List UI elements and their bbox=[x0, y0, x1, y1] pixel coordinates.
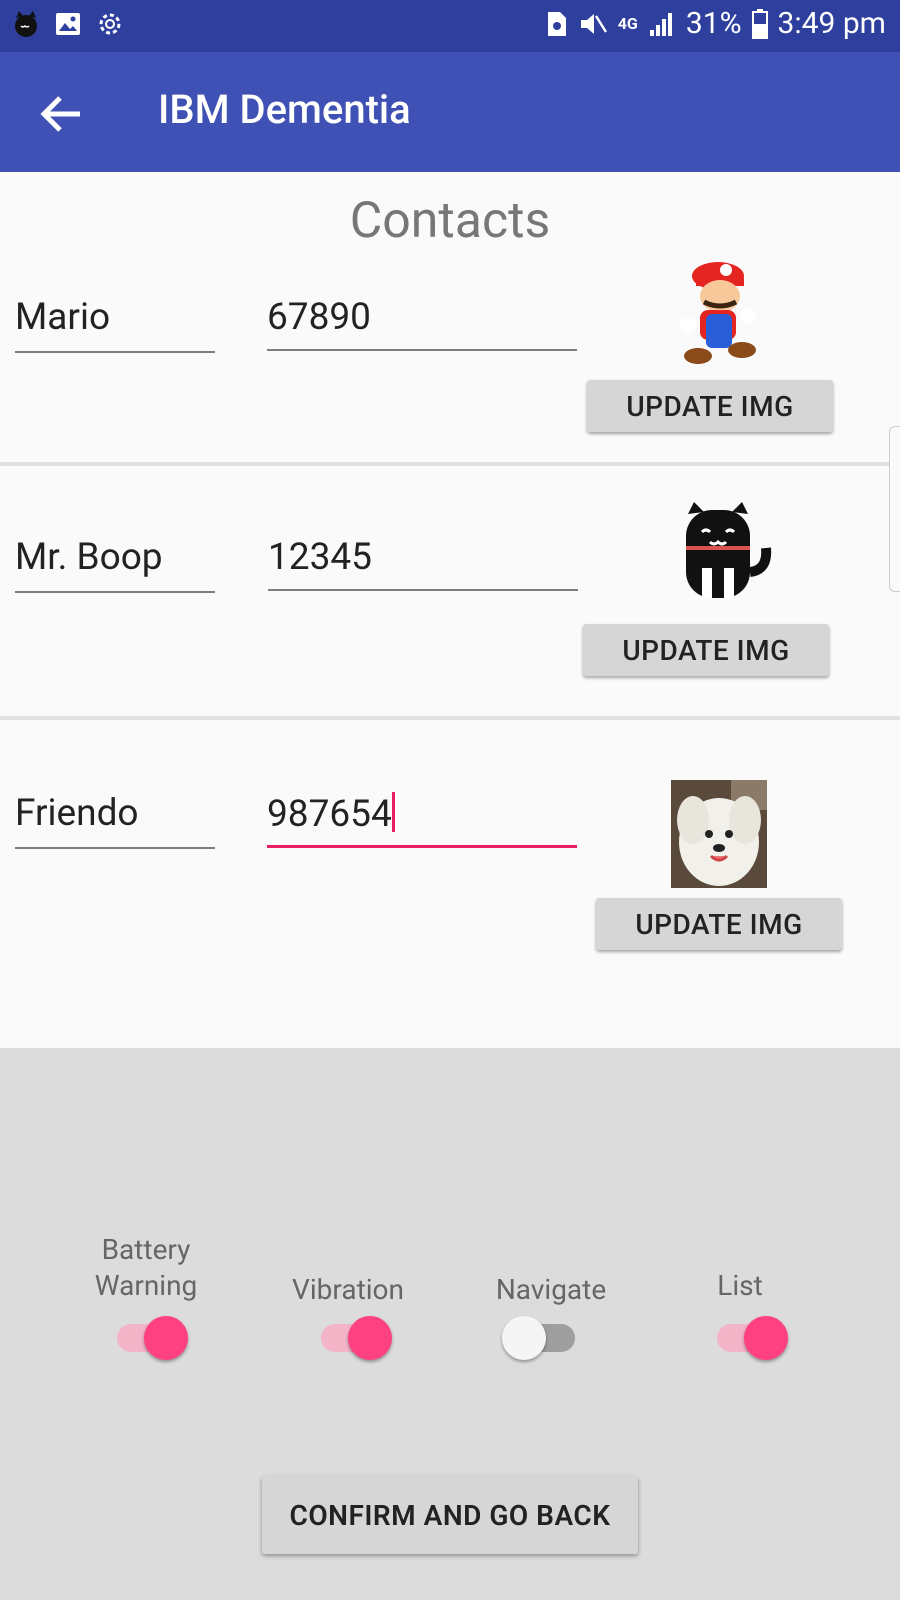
contact-number-field-focused[interactable]: 987654 bbox=[267, 792, 577, 848]
signal-icon bbox=[649, 12, 672, 36]
clock: 3:49 pm bbox=[777, 6, 886, 41]
status-bar: 4G 31% 3:49 pm bbox=[0, 0, 900, 52]
navigate-label: Navigate bbox=[495, 1273, 607, 1306]
battery-icon bbox=[751, 8, 768, 39]
image-notification-icon bbox=[56, 13, 80, 35]
dog-photo bbox=[671, 780, 767, 888]
app-title: IBM Dementia bbox=[158, 86, 411, 133]
contact-number-field[interactable]: 12345 bbox=[268, 536, 578, 591]
list-label: List bbox=[717, 1269, 763, 1302]
row-divider bbox=[0, 716, 900, 720]
mute-vibrate-icon bbox=[580, 13, 607, 34]
back-arrow-icon[interactable] bbox=[36, 88, 88, 140]
contact-name-field[interactable]: Friendo bbox=[15, 792, 215, 849]
network-type: 4G bbox=[617, 14, 638, 33]
contact-name-field[interactable]: Mario bbox=[15, 296, 215, 353]
cat-notification-icon bbox=[15, 11, 37, 37]
contacts-panel: Contacts Mario 67890 UPDATE IMG Mr. Boop… bbox=[0, 172, 900, 1048]
contact-name-field[interactable]: Mr. Boop bbox=[15, 536, 215, 593]
vibration-label: Vibration bbox=[292, 1273, 404, 1306]
battery-warning-label: Battery Warning bbox=[94, 1233, 198, 1302]
app-bar: IBM Dementia bbox=[0, 52, 900, 172]
sim-icon bbox=[547, 11, 566, 36]
battery-percent: 31% bbox=[685, 6, 742, 41]
update-img-button[interactable]: UPDATE IMG bbox=[596, 898, 842, 950]
contact-number-field[interactable]: 67890 bbox=[267, 296, 577, 351]
cat-avatar bbox=[686, 502, 772, 598]
update-img-button[interactable]: UPDATE IMG bbox=[587, 380, 833, 432]
settings-notification-icon bbox=[99, 13, 121, 35]
text-cursor bbox=[391, 792, 395, 832]
scrollbar[interactable] bbox=[889, 426, 900, 592]
update-img-button[interactable]: UPDATE IMG bbox=[583, 624, 829, 676]
row-divider bbox=[0, 462, 900, 466]
mario-avatar bbox=[680, 262, 756, 364]
confirm-and-go-back-button[interactable]: CONFIRM AND GO BACK bbox=[262, 1476, 638, 1554]
contacts-heading: Contacts bbox=[349, 192, 551, 250]
